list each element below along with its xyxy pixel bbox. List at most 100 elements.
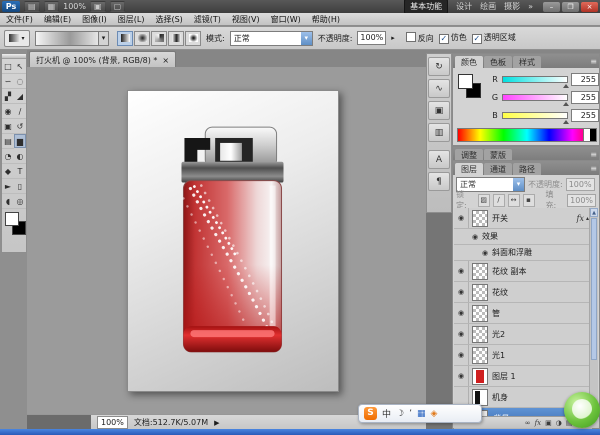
tab-styles[interactable]: 样式 xyxy=(513,56,541,68)
menu-help[interactable]: 帮助(H) xyxy=(312,14,340,25)
windows-taskbar-edge[interactable] xyxy=(0,429,600,435)
visibility-toggle[interactable]: ◉ xyxy=(454,324,469,344)
path-selection-tool[interactable]: ► xyxy=(2,179,14,194)
gradient-dropdown-icon[interactable]: ▾ xyxy=(99,31,109,46)
layer-row-pattern-copy[interactable]: ◉ 花纹 副本 xyxy=(454,261,592,282)
history-brush-tool[interactable]: ↺ xyxy=(14,119,26,134)
menu-image[interactable]: 图像(I) xyxy=(82,14,107,25)
canvas-area[interactable] xyxy=(27,67,426,414)
workspace-photo-button[interactable]: 摄影 xyxy=(504,1,520,12)
clone-source-panel-icon[interactable]: ▣ xyxy=(428,101,450,120)
menu-file[interactable]: 文件(F) xyxy=(6,14,33,25)
layer-row-switch[interactable]: ◉ 开关 fx▴ xyxy=(454,208,592,229)
layer-row-pattern[interactable]: ◉ 花纹 xyxy=(454,282,592,303)
zoom-tool[interactable]: ◎ xyxy=(14,194,26,209)
menu-window[interactable]: 窗口(W) xyxy=(271,14,301,25)
status-zoom-input[interactable]: 100% xyxy=(97,416,128,429)
visibility-toggle[interactable]: ◉ xyxy=(468,229,482,244)
ime-keyboard-icon[interactable]: ▦ xyxy=(417,409,426,419)
visibility-toggle[interactable]: ◉ xyxy=(454,282,469,302)
reflected-gradient-button[interactable] xyxy=(168,31,184,46)
tab-layers[interactable]: 图层 xyxy=(455,163,483,175)
layer-thumbnail[interactable] xyxy=(472,263,488,280)
menu-view[interactable]: 视图(V) xyxy=(232,14,260,25)
opacity-input[interactable]: 100% xyxy=(357,31,386,45)
close-button[interactable]: × xyxy=(581,2,598,12)
shape-tool[interactable]: ▯ xyxy=(14,179,26,194)
fx-badge[interactable]: fx xyxy=(577,214,584,223)
green-slider[interactable] xyxy=(502,94,568,101)
panel-menu-icon[interactable]: ≡ xyxy=(590,163,597,175)
layer-comps-panel-icon[interactable]: ▥ xyxy=(428,123,450,142)
layer-thumbnail[interactable] xyxy=(472,305,488,322)
eraser-tool[interactable]: ▤ xyxy=(2,134,14,149)
layer-row-bevel-emboss[interactable]: ◉ 斜面和浮雕 xyxy=(454,245,592,261)
dither-checkbox[interactable]: ✓仿色 xyxy=(439,32,467,44)
lock-all-icon[interactable]: ▪ xyxy=(523,194,535,207)
adjustment-layer-icon[interactable]: ◑ xyxy=(556,419,562,427)
gradient-tool[interactable]: ▆ xyxy=(14,134,26,148)
layer-row-tube[interactable]: ◉ 管 xyxy=(454,303,592,324)
visibility-toggle[interactable]: ◉ xyxy=(478,245,492,260)
linear-gradient-button[interactable] xyxy=(117,31,133,46)
green-value-input[interactable]: 255 xyxy=(571,91,599,104)
red-slider[interactable] xyxy=(502,76,568,83)
layer-name[interactable]: 光1 xyxy=(492,350,505,361)
quick-selection-tool[interactable]: ◌ xyxy=(14,74,26,89)
blue-value-input[interactable]: 255 xyxy=(571,109,599,122)
fill-input[interactable]: 100% xyxy=(567,194,596,207)
angle-gradient-button[interactable] xyxy=(151,31,167,46)
rectangular-marquee-tool[interactable]: □ xyxy=(2,59,14,74)
layer-opacity-input[interactable]: 100% xyxy=(566,178,595,191)
gradient-preview[interactable] xyxy=(35,31,99,46)
eyedropper-tool[interactable]: ◢ xyxy=(14,89,26,104)
red-value-input[interactable]: 255 xyxy=(571,73,599,86)
clone-stamp-tool[interactable]: ▣ xyxy=(2,119,14,134)
menu-filter[interactable]: 滤镜(T) xyxy=(194,14,221,25)
layer-row-light2[interactable]: ◉ 光2 xyxy=(454,324,592,345)
ime-logo[interactable]: S xyxy=(364,407,377,420)
menu-select[interactable]: 选择(S) xyxy=(155,14,182,25)
tab-paths[interactable]: 路径 xyxy=(513,163,541,175)
visibility-toggle[interactable]: ◉ xyxy=(454,366,469,386)
floating-ball-overlay[interactable] xyxy=(564,392,600,428)
link-layers-icon[interactable]: ∞ xyxy=(525,419,531,427)
ime-moon-icon[interactable]: ☽ xyxy=(396,409,404,419)
workspace-more-icon[interactable]: » xyxy=(528,2,533,11)
spectrum-end-swatches[interactable] xyxy=(583,128,597,142)
tab-color[interactable]: 颜色 xyxy=(455,56,483,68)
tool-preset-picker[interactable]: ▾ xyxy=(4,30,30,47)
photoshop-logo[interactable]: Ps xyxy=(2,1,20,12)
arrange-documents-icon[interactable]: ▣ xyxy=(90,1,106,12)
reverse-checkbox[interactable]: 反向 xyxy=(406,32,434,44)
crop-tool[interactable]: ▞ xyxy=(2,89,14,104)
healing-brush-tool[interactable]: ◉ xyxy=(2,104,14,119)
workspace-design-button[interactable]: 设计 xyxy=(456,1,472,12)
scrollbar-thumb[interactable] xyxy=(591,218,597,360)
blend-mode-select[interactable]: 正常 ▾ xyxy=(230,31,313,46)
restore-button[interactable]: ❐ xyxy=(562,2,579,12)
layer-name[interactable]: 花纹 副本 xyxy=(492,266,527,277)
tab-channels[interactable]: 通道 xyxy=(484,163,512,175)
lock-move-icon[interactable]: ↔ xyxy=(508,194,520,207)
history-panel-icon[interactable]: ↻ xyxy=(428,57,450,76)
screen-mode-icon[interactable]: ▢ xyxy=(110,1,126,12)
layer-thumbnail[interactable] xyxy=(472,368,488,385)
view-extras-icon[interactable]: ▦ xyxy=(44,1,60,12)
hand-tool[interactable]: ◖ xyxy=(2,194,14,209)
color-spectrum-ramp[interactable] xyxy=(457,128,597,142)
brush-panel-icon[interactable]: ∿ xyxy=(428,79,450,98)
menu-edit[interactable]: 编辑(E) xyxy=(44,14,71,25)
radial-gradient-button[interactable] xyxy=(134,31,150,46)
tab-swatches[interactable]: 色板 xyxy=(484,56,512,68)
workspace-painting-button[interactable]: 绘画 xyxy=(480,1,496,12)
move-tool[interactable]: ↖ xyxy=(14,59,26,74)
blue-slider[interactable] xyxy=(502,112,568,119)
menu-layer[interactable]: 图层(L) xyxy=(118,14,145,25)
layer-row-layer1[interactable]: ◉ 图层 1 xyxy=(454,366,592,387)
layer-name[interactable]: 花纹 xyxy=(492,287,508,298)
layer-style-icon[interactable]: fx xyxy=(535,419,542,427)
layer-row-light1[interactable]: ◉ 光1 xyxy=(454,345,592,366)
bridge-icon[interactable]: ▤ xyxy=(24,1,40,12)
pen-tool[interactable]: ◆ xyxy=(2,164,14,179)
